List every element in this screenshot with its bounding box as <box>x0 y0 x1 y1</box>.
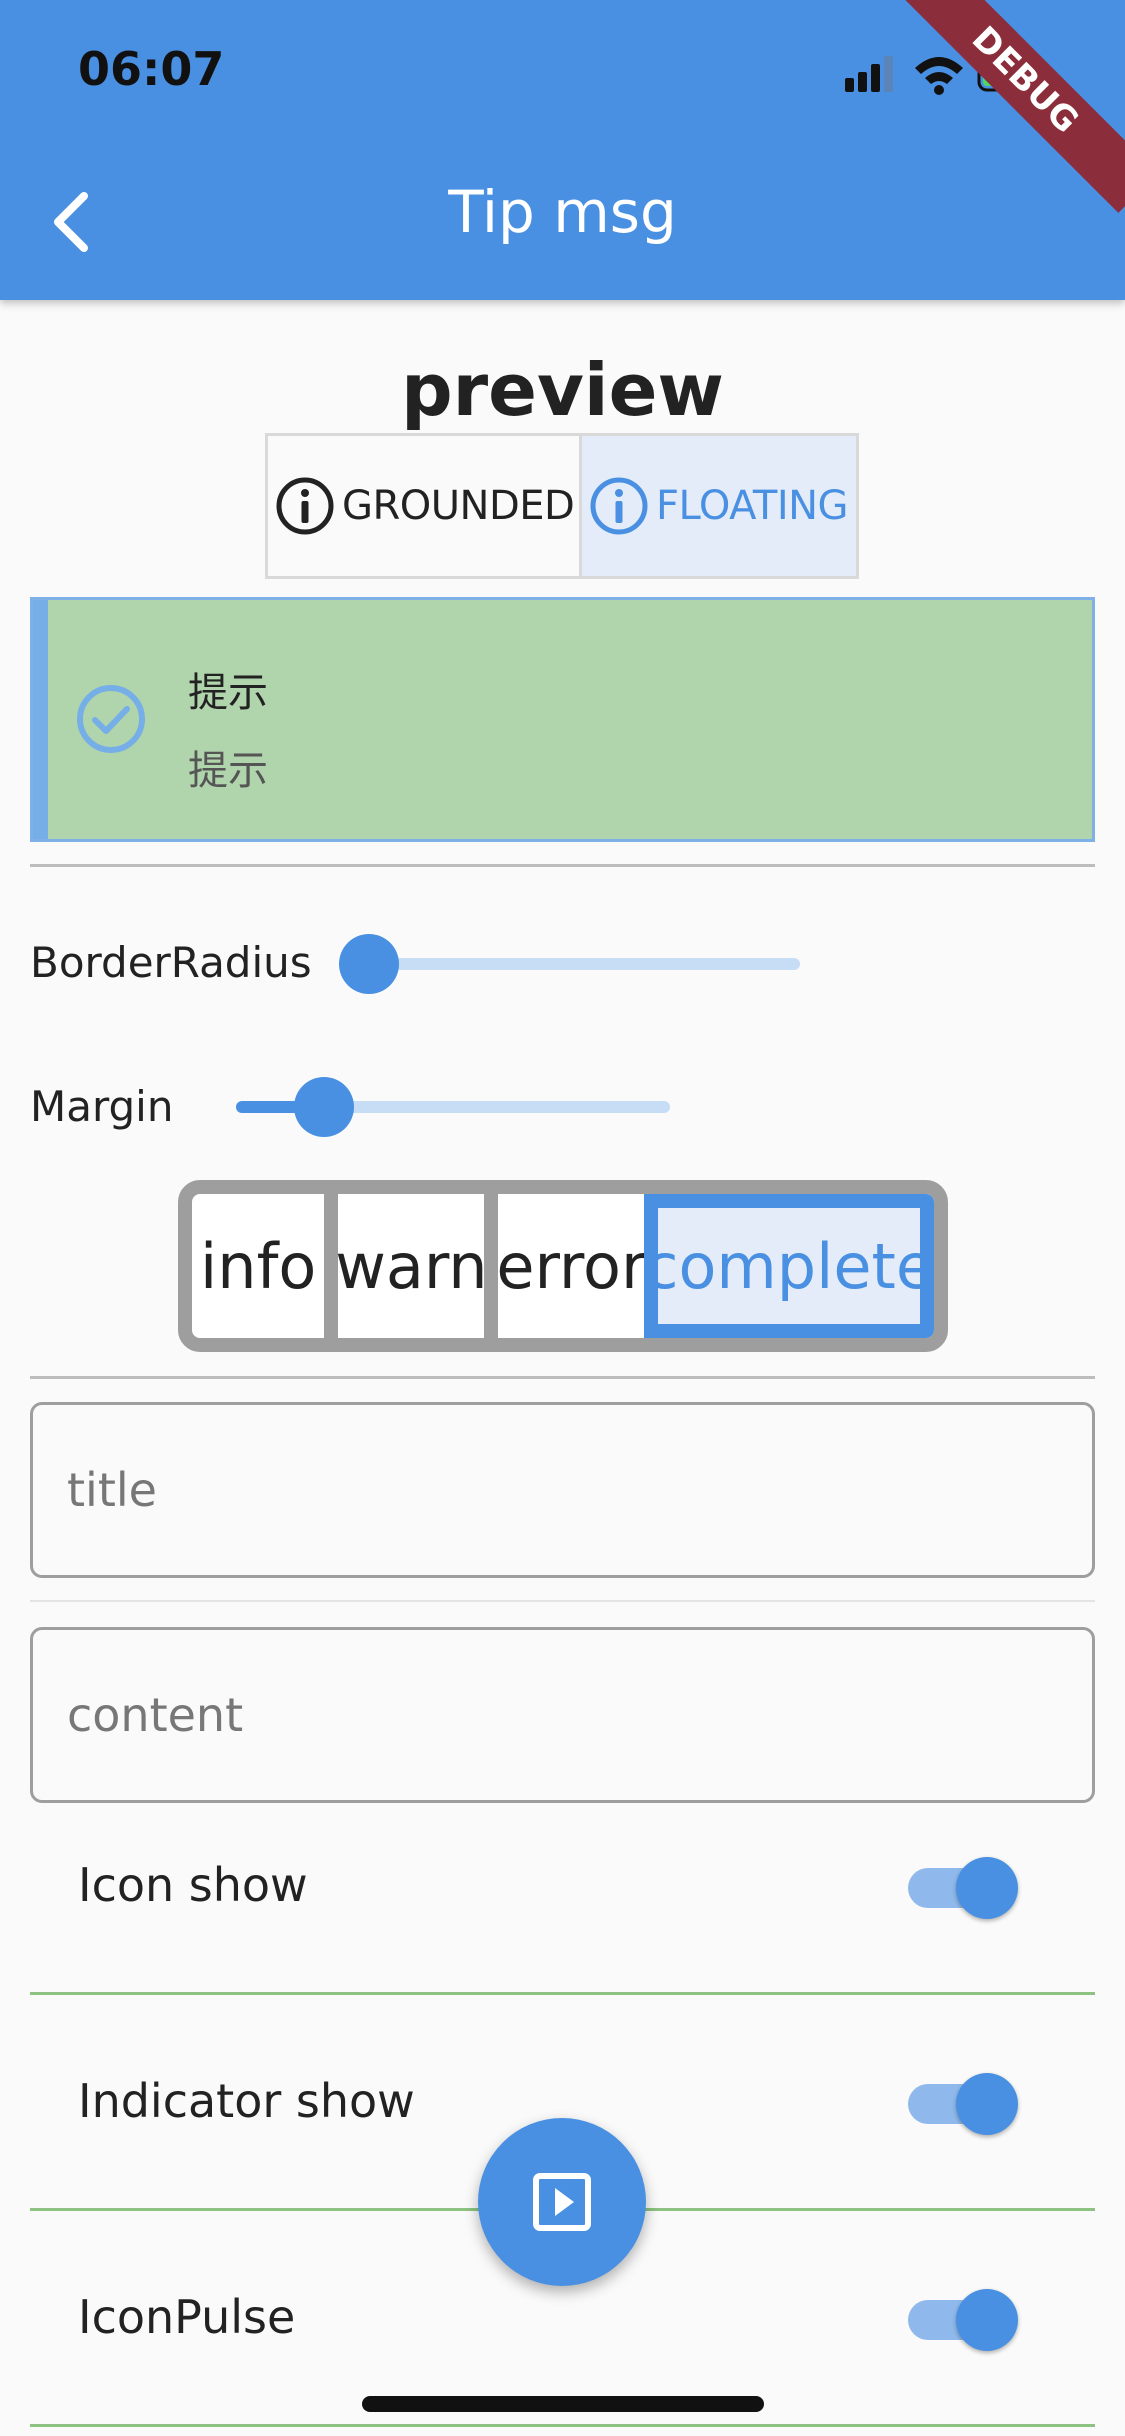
border-radius-thumb[interactable] <box>339 934 399 994</box>
info-icon <box>590 477 648 535</box>
grounded-label: GROUNDED <box>342 483 575 529</box>
style-toggle-group: GROUNDED FLOATING <box>265 433 859 579</box>
margin-thumb[interactable] <box>294 1077 354 1137</box>
page-title: Tip msg <box>448 178 677 246</box>
icon-show-label: Icon show <box>78 1858 308 1912</box>
home-indicator[interactable] <box>362 2396 764 2412</box>
border-radius-track[interactable] <box>368 958 800 970</box>
icon-pulse-switch[interactable] <box>956 2289 1018 2351</box>
content-input[interactable] <box>30 1627 1095 1803</box>
divider <box>30 1600 1095 1602</box>
divider <box>30 1376 1095 1379</box>
indicator-show-switch[interactable] <box>956 2073 1018 2135</box>
floating-label: FLOATING <box>656 483 849 529</box>
tip-indicator <box>33 600 48 839</box>
icon-pulse-label: IconPulse <box>78 2290 296 2344</box>
info-icon <box>276 477 334 535</box>
divider <box>30 864 1095 867</box>
divider <box>30 1992 1095 1995</box>
preview-heading: preview <box>401 348 724 432</box>
floating-option[interactable]: FLOATING <box>582 436 856 576</box>
tip-content: 提示 <box>188 748 268 794</box>
margin-label: Margin <box>30 1082 174 1131</box>
type-error-button[interactable]: error <box>496 1194 646 1338</box>
indicator-show-label: Indicator show <box>78 2074 415 2128</box>
play-icon <box>533 2173 591 2231</box>
tip-type-selector: info warn error complete <box>178 1180 948 1352</box>
tip-preview-card: 提示 提示 <box>30 597 1095 842</box>
type-info-button[interactable]: info <box>192 1194 339 1338</box>
divider <box>30 2424 1095 2427</box>
grounded-option[interactable]: GROUNDED <box>268 436 582 576</box>
type-warn-button[interactable]: warn <box>335 1194 499 1338</box>
title-input[interactable] <box>30 1402 1095 1578</box>
tip-title: 提示 <box>188 670 268 716</box>
icon-show-switch[interactable] <box>956 1857 1018 1919</box>
show-tip-fab[interactable] <box>478 2118 646 2286</box>
status-time: 06:07 <box>78 42 225 96</box>
app-bar: 06:07 DEBUG Tip msg <box>0 0 1125 300</box>
type-complete-button[interactable]: complete <box>644 1194 934 1338</box>
border-radius-label: BorderRadius <box>30 938 312 987</box>
check-circle-icon <box>77 685 145 753</box>
